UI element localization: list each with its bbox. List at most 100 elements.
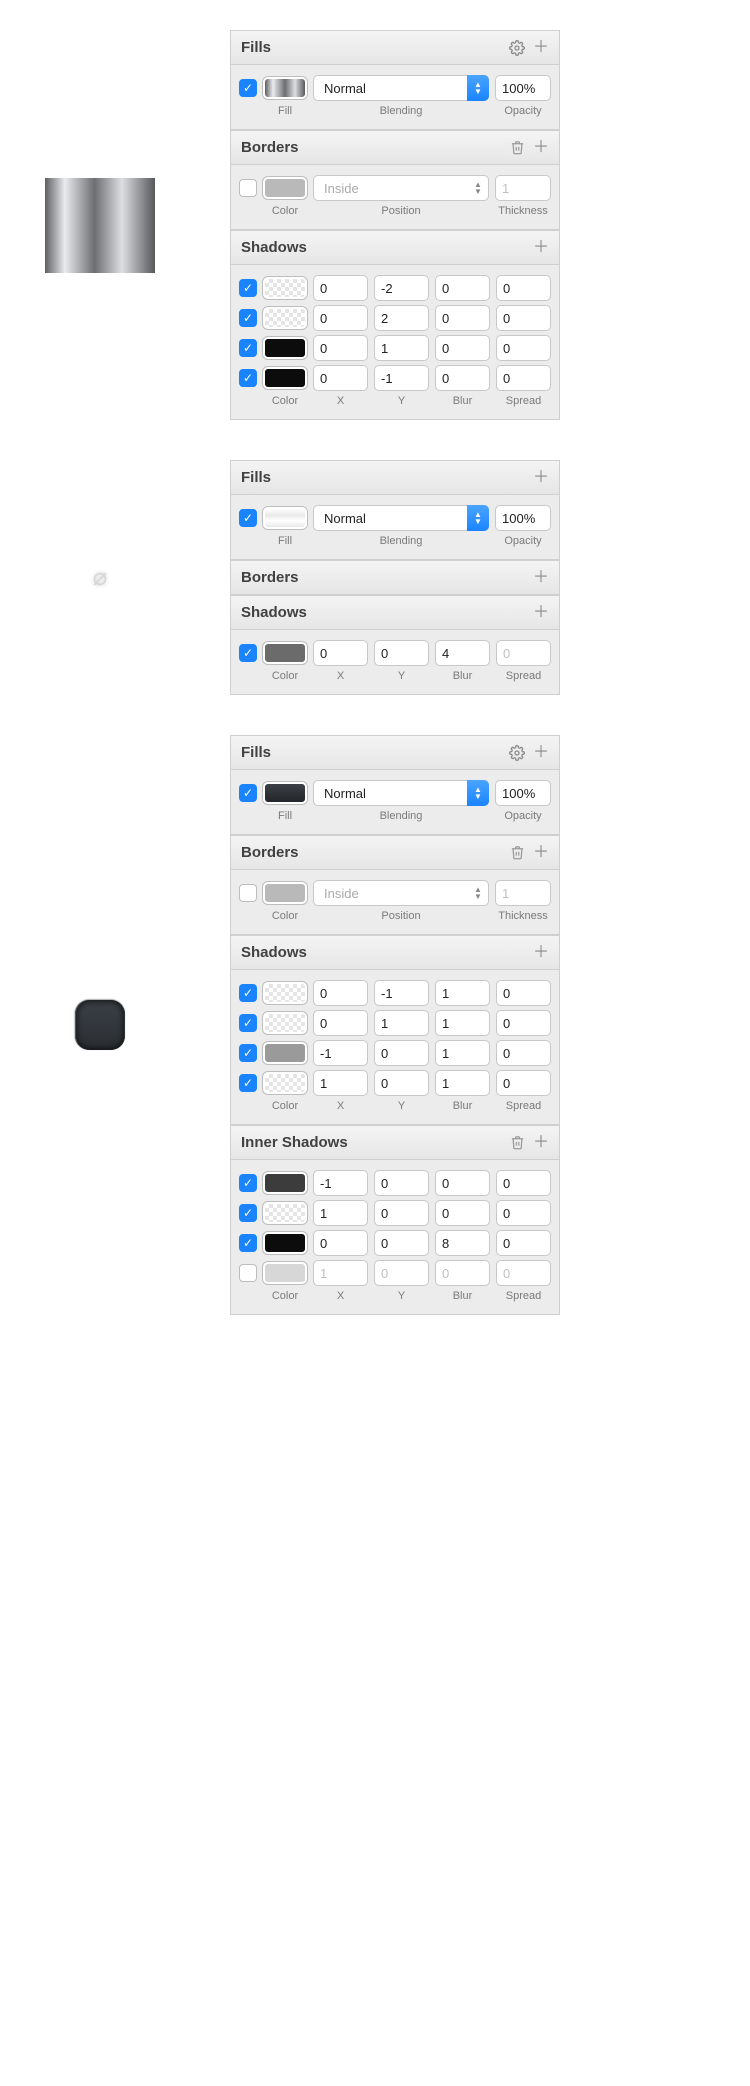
plus-icon[interactable]: ＋ — [533, 40, 549, 56]
opacity-input[interactable]: 100% — [495, 780, 551, 806]
shadow-x-input[interactable]: -1 — [313, 1040, 368, 1066]
shadow-swatch[interactable] — [263, 337, 307, 359]
shadow-enable-checkbox[interactable] — [239, 1074, 257, 1092]
shadow-spread-input[interactable]: 0 — [496, 1040, 551, 1066]
thickness-input[interactable]: 1 — [495, 175, 551, 201]
shadow-swatch[interactable] — [263, 1012, 307, 1034]
shadow-swatch[interactable] — [263, 1262, 307, 1284]
shadow-blur-input[interactable]: 1 — [435, 1010, 490, 1036]
shadow-blur-input[interactable]: 0 — [435, 305, 490, 331]
shadow-swatch[interactable] — [263, 1072, 307, 1094]
shadow-blur-input[interactable]: 0 — [435, 1200, 490, 1226]
plus-icon[interactable]: ＋ — [533, 240, 549, 256]
shadow-spread-input[interactable]: 0 — [496, 1070, 551, 1096]
shadow-y-input[interactable]: 0 — [374, 1040, 429, 1066]
shadow-enable-checkbox[interactable] — [239, 1174, 257, 1192]
trash-icon[interactable] — [510, 140, 525, 155]
plus-icon[interactable]: ＋ — [533, 605, 549, 621]
gear-icon[interactable] — [509, 40, 525, 56]
shadow-y-input[interactable]: 0 — [374, 640, 429, 666]
plus-icon[interactable]: ＋ — [533, 570, 549, 586]
shadow-spread-input[interactable]: 0 — [496, 980, 551, 1006]
shadow-y-input[interactable]: 0 — [374, 1070, 429, 1096]
shadow-x-input[interactable]: 0 — [313, 365, 368, 391]
opacity-input[interactable]: 100% — [495, 505, 551, 531]
shadow-enable-checkbox[interactable] — [239, 369, 257, 387]
fill-swatch[interactable] — [263, 507, 307, 529]
shadow-enable-checkbox[interactable] — [239, 1264, 257, 1282]
blending-select[interactable]: Normal ▲▼ — [313, 780, 489, 806]
position-select[interactable]: Inside ▲▼ — [313, 880, 489, 906]
shadow-x-input[interactable]: 0 — [313, 275, 368, 301]
shadow-spread-input[interactable]: 0 — [496, 275, 551, 301]
shadow-x-input[interactable]: 0 — [313, 640, 368, 666]
shadow-spread-input[interactable]: 0 — [496, 305, 551, 331]
shadow-enable-checkbox[interactable] — [239, 1204, 257, 1222]
fill-enable-checkbox[interactable] — [239, 509, 257, 527]
shadow-y-input[interactable]: 1 — [374, 1010, 429, 1036]
shadow-enable-checkbox[interactable] — [239, 309, 257, 327]
blending-select[interactable]: Normal ▲▼ — [313, 75, 489, 101]
gear-icon[interactable] — [509, 745, 525, 761]
shadow-spread-input[interactable]: 0 — [496, 335, 551, 361]
shadow-swatch[interactable] — [263, 642, 307, 664]
shadow-y-input[interactable]: -1 — [374, 980, 429, 1006]
shadow-x-input[interactable]: 1 — [313, 1070, 368, 1096]
shadow-blur-input[interactable]: 0 — [435, 335, 490, 361]
shadow-x-input[interactable]: 0 — [313, 1010, 368, 1036]
shadow-x-input[interactable]: 1 — [313, 1260, 368, 1286]
shadow-swatch[interactable] — [263, 1232, 307, 1254]
plus-icon[interactable]: ＋ — [533, 1135, 549, 1151]
shadow-spread-input[interactable]: 0 — [496, 1230, 551, 1256]
shadow-swatch[interactable] — [263, 277, 307, 299]
shadow-y-input[interactable]: 0 — [374, 1200, 429, 1226]
shadow-enable-checkbox[interactable] — [239, 339, 257, 357]
shadow-blur-input[interactable]: 0 — [435, 1170, 490, 1196]
plus-icon[interactable]: ＋ — [533, 745, 549, 761]
plus-icon[interactable]: ＋ — [533, 140, 549, 156]
shadow-y-input[interactable]: 0 — [374, 1230, 429, 1256]
shadow-swatch[interactable] — [263, 1202, 307, 1224]
shadow-blur-input[interactable]: 0 — [435, 365, 490, 391]
shadow-blur-input[interactable]: 1 — [435, 980, 490, 1006]
position-select[interactable]: Inside ▲▼ — [313, 175, 489, 201]
shadow-blur-input[interactable]: 1 — [435, 1070, 490, 1096]
shadow-y-input[interactable]: 0 — [374, 1260, 429, 1286]
shadow-y-input[interactable]: 1 — [374, 335, 429, 361]
shadow-blur-input[interactable]: 8 — [435, 1230, 490, 1256]
shadow-x-input[interactable]: 1 — [313, 1200, 368, 1226]
shadow-enable-checkbox[interactable] — [239, 1234, 257, 1252]
shadow-enable-checkbox[interactable] — [239, 1044, 257, 1062]
shadow-spread-input[interactable]: 0 — [496, 640, 551, 666]
plus-icon[interactable]: ＋ — [533, 945, 549, 961]
shadow-x-input[interactable]: 0 — [313, 980, 368, 1006]
shadow-x-input[interactable]: -1 — [313, 1170, 368, 1196]
shadow-y-input[interactable]: 0 — [374, 1170, 429, 1196]
blending-select[interactable]: Normal ▲▼ — [313, 505, 489, 531]
shadow-spread-input[interactable]: 0 — [496, 1260, 551, 1286]
shadow-y-input[interactable]: -2 — [374, 275, 429, 301]
shadow-spread-input[interactable]: 0 — [496, 365, 551, 391]
opacity-input[interactable]: 100% — [495, 75, 551, 101]
border-swatch[interactable] — [263, 177, 307, 199]
shadow-enable-checkbox[interactable] — [239, 1014, 257, 1032]
shadow-x-input[interactable]: 0 — [313, 305, 368, 331]
shadow-x-input[interactable]: 0 — [313, 335, 368, 361]
shadow-y-input[interactable]: 2 — [374, 305, 429, 331]
shadow-enable-checkbox[interactable] — [239, 984, 257, 1002]
border-swatch[interactable] — [263, 882, 307, 904]
fill-enable-checkbox[interactable] — [239, 784, 257, 802]
trash-icon[interactable] — [510, 845, 525, 860]
fill-enable-checkbox[interactable] — [239, 79, 257, 97]
shadow-swatch[interactable] — [263, 1172, 307, 1194]
thickness-input[interactable]: 1 — [495, 880, 551, 906]
fill-swatch[interactable] — [263, 77, 307, 99]
shadow-swatch[interactable] — [263, 367, 307, 389]
plus-icon[interactable]: ＋ — [533, 845, 549, 861]
shadow-blur-input[interactable]: 0 — [435, 1260, 490, 1286]
shadow-enable-checkbox[interactable] — [239, 644, 257, 662]
shadow-x-input[interactable]: 0 — [313, 1230, 368, 1256]
border-enable-checkbox[interactable] — [239, 884, 257, 902]
shadow-swatch[interactable] — [263, 1042, 307, 1064]
fill-swatch[interactable] — [263, 782, 307, 804]
